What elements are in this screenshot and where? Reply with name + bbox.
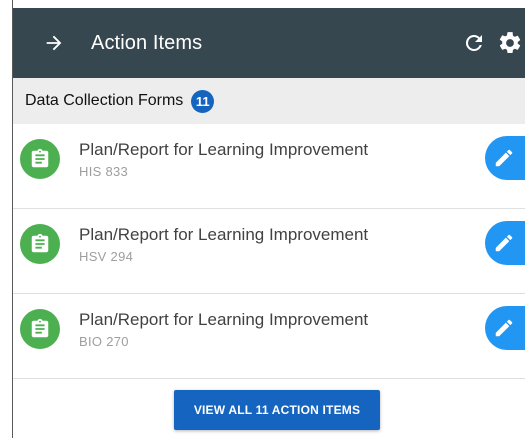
clipboard-icon — [31, 233, 49, 253]
action-items-panel: Action Items Data Collection Forms 11 Pl… — [13, 0, 525, 438]
item-subtitle: HIS 833 — [79, 164, 129, 179]
clipboard-icon — [31, 148, 49, 168]
list-item[interactable]: Plan/Report for Learning Improvement HSV… — [13, 209, 525, 294]
section-label: Data Collection Forms — [25, 92, 184, 109]
item-title: Plan/Report for Learning Improvement — [79, 225, 369, 244]
item-title: Plan/Report for Learning Improvement — [79, 140, 369, 159]
settings-button[interactable] — [495, 28, 525, 58]
back-button[interactable] — [39, 28, 69, 58]
refresh-button[interactable] — [461, 30, 487, 56]
pencil-icon — [495, 319, 513, 337]
gear-icon — [499, 32, 521, 53]
pencil-icon — [495, 149, 513, 167]
refresh-icon — [465, 34, 482, 51]
form-avatar — [20, 309, 60, 349]
arrow-right-icon — [46, 35, 62, 51]
item-subtitle: HSV 294 — [79, 249, 134, 264]
edit-button[interactable] — [485, 306, 525, 350]
item-subtitle: BIO 270 — [79, 334, 129, 349]
form-avatar — [20, 139, 60, 179]
header-title: Action Items — [91, 31, 203, 54]
left-background — [0, 0, 12, 438]
panel-header: Action Items — [13, 8, 525, 78]
edit-button[interactable] — [485, 136, 525, 180]
list-item[interactable]: Plan/Report for Learning Improvement BIO… — [13, 294, 525, 379]
pencil-icon — [495, 234, 513, 252]
count-badge: 11 — [191, 89, 215, 113]
action-items-list: Plan/Report for Learning Improvement HIS… — [13, 124, 525, 379]
list-item[interactable]: Plan/Report for Learning Improvement HIS… — [13, 124, 525, 209]
form-avatar — [20, 224, 60, 264]
item-title: Plan/Report for Learning Improvement — [79, 310, 369, 329]
edit-button[interactable] — [485, 221, 525, 265]
section-header: Data Collection Forms 11 — [13, 78, 525, 124]
clipboard-icon — [31, 318, 49, 338]
view-all-button[interactable]: VIEW ALL 11 ACTION ITEMS — [174, 390, 380, 430]
